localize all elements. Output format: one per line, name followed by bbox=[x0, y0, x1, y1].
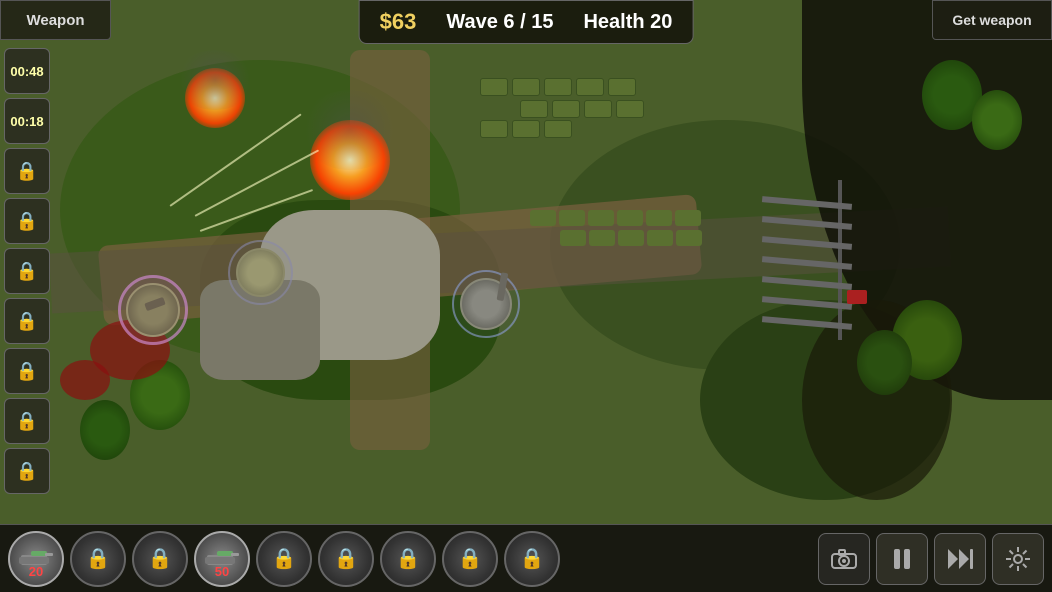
bottom-slot-9[interactable]: 🔒 bbox=[504, 531, 560, 587]
timer-2: 00:18 bbox=[10, 114, 43, 129]
lock-icon-b3: 🔒 bbox=[148, 546, 173, 571]
weapon-label: Weapon bbox=[26, 12, 84, 29]
weapon-button[interactable]: Weapon bbox=[0, 0, 111, 40]
wave-display: Wave 6 / 15 bbox=[446, 11, 553, 34]
sidebar-slot-7[interactable]: 🔒 bbox=[4, 348, 50, 394]
lock-icon-8: 🔒 bbox=[16, 411, 38, 432]
bottom-slot-8[interactable]: 🔒 bbox=[442, 531, 498, 587]
left-sidebar: 00:48 00:18 🔒 🔒 🔒 🔒 🔒 🔒 🔒 bbox=[0, 44, 54, 498]
money-display: $63 bbox=[380, 9, 417, 35]
bottom-slot-7[interactable]: 🔒 bbox=[380, 531, 436, 587]
sidebar-slot-8[interactable]: 🔒 bbox=[4, 398, 50, 444]
slot-1-number: 20 bbox=[29, 564, 43, 579]
sidebar-slot-5[interactable]: 🔒 bbox=[4, 248, 50, 294]
lock-icon-b2: 🔒 bbox=[86, 546, 111, 571]
health-display: Health 20 bbox=[583, 11, 672, 34]
bottom-controls bbox=[818, 533, 1044, 585]
lock-icon-6: 🔒 bbox=[16, 311, 38, 332]
get-weapon-button[interactable]: Get weapon bbox=[932, 0, 1052, 40]
bottom-slot-1[interactable]: 20 bbox=[8, 531, 64, 587]
lock-icon-7: 🔒 bbox=[16, 361, 38, 382]
lock-icon-3: 🔒 bbox=[16, 161, 38, 182]
bottom-slot-5[interactable]: 🔒 bbox=[256, 531, 312, 587]
lock-icon-b5: 🔒 bbox=[272, 546, 297, 571]
sidebar-slot-3[interactable]: 🔒 bbox=[4, 148, 50, 194]
lock-icon-b9: 🔒 bbox=[520, 546, 545, 571]
sidebar-slot-9[interactable]: 🔒 bbox=[4, 448, 50, 494]
sidebar-slot-4[interactable]: 🔒 bbox=[4, 198, 50, 244]
slot-4-number: 50 bbox=[215, 564, 229, 579]
lock-icon-b8: 🔒 bbox=[458, 546, 483, 571]
lock-icon-b6: 🔒 bbox=[334, 546, 359, 571]
bottom-slot-3[interactable]: 🔒 bbox=[132, 531, 188, 587]
center-hud: $63 Wave 6 / 15 Health 20 bbox=[359, 0, 694, 44]
header: Weapon $63 Wave 6 / 15 Health 20 Get wea… bbox=[0, 0, 1052, 44]
sidebar-slot-2[interactable]: 00:18 bbox=[4, 98, 50, 144]
sidebar-slot-6[interactable]: 🔒 bbox=[4, 298, 50, 344]
bottom-slot-2[interactable]: 🔒 bbox=[70, 531, 126, 587]
lock-icon-b7: 🔒 bbox=[396, 546, 421, 571]
bottom-slot-6[interactable]: 🔒 bbox=[318, 531, 374, 587]
sidebar-slot-1[interactable]: 00:48 bbox=[4, 48, 50, 94]
lock-icon-9: 🔒 bbox=[16, 461, 38, 482]
game-map bbox=[0, 0, 1052, 592]
bottom-weapons: 20 🔒 🔒 50 🔒 🔒 🔒 bbox=[8, 531, 818, 587]
camera-button[interactable] bbox=[818, 533, 870, 585]
bottom-slot-4[interactable]: 50 bbox=[194, 531, 250, 587]
pause-button[interactable] bbox=[876, 533, 928, 585]
fast-forward-button[interactable] bbox=[934, 533, 986, 585]
lock-icon-5: 🔒 bbox=[16, 261, 38, 282]
get-weapon-label: Get weapon bbox=[952, 12, 1031, 28]
timer-1: 00:48 bbox=[10, 64, 43, 79]
lock-icon-4: 🔒 bbox=[16, 211, 38, 232]
bottom-bar: 20 🔒 🔒 50 🔒 🔒 🔒 bbox=[0, 524, 1052, 592]
settings-button[interactable] bbox=[992, 533, 1044, 585]
